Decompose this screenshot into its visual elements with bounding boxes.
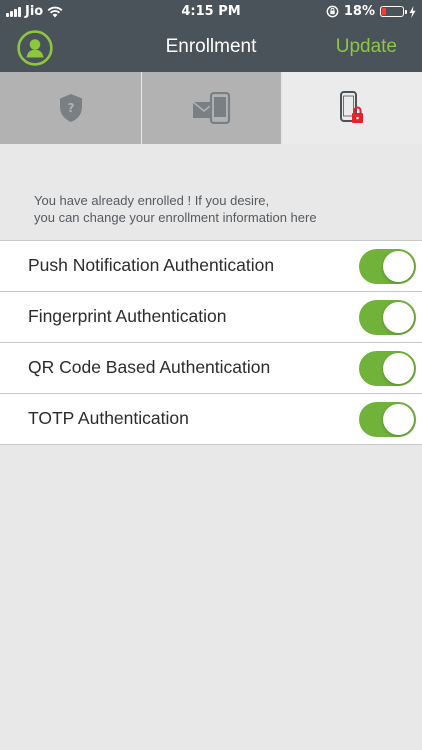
toggle-knob: [383, 302, 414, 333]
svg-text:?: ?: [67, 101, 74, 115]
setting-label: Fingerprint Authentication: [28, 306, 227, 326]
update-button[interactable]: Update: [336, 36, 397, 58]
status-right: 18%: [326, 4, 416, 19]
charging-icon: [409, 5, 416, 18]
setting-row-fingerprint: Fingerprint Authentication: [0, 292, 422, 343]
battery-percent: 18%: [343, 4, 375, 19]
info-line-2: you can change your enrollment informati…: [34, 210, 317, 225]
setting-row-totp: TOTP Authentication: [0, 394, 422, 445]
fingerprint-toggle[interactable]: [359, 300, 416, 335]
battery-icon: [380, 6, 407, 17]
shield-question-icon: ?: [59, 94, 82, 122]
setting-label: TOTP Authentication: [28, 408, 189, 428]
totp-toggle[interactable]: [359, 402, 416, 437]
tab-device-authentication[interactable]: [282, 72, 422, 144]
mail-phone-icon: [192, 92, 230, 124]
tab-security-questions[interactable]: ?: [0, 72, 141, 144]
phone-lock-icon: [340, 91, 363, 123]
push-notification-toggle[interactable]: [359, 249, 416, 284]
setting-label: QR Code Based Authentication: [28, 357, 271, 377]
rotation-lock-icon: [326, 5, 339, 18]
enrollment-info: You have already enrolled ! If you desir…: [34, 192, 394, 226]
toggle-knob: [383, 404, 414, 435]
setting-label: Push Notification Authentication: [28, 255, 275, 275]
tab-email-sms[interactable]: [142, 72, 281, 144]
setting-row-push-notification: Push Notification Authentication: [0, 241, 422, 292]
info-line-1: You have already enrolled ! If you desir…: [34, 193, 270, 208]
toggle-knob: [383, 353, 414, 384]
status-bar: Jio 4:15 PM 18%: [0, 0, 422, 24]
authentication-settings-list: Push Notification Authentication Fingerp…: [0, 240, 422, 445]
toggle-knob: [383, 251, 414, 282]
setting-row-qr-code: QR Code Based Authentication: [0, 343, 422, 394]
app-header: Jio 4:15 PM 18% Enrollment Update: [0, 0, 422, 72]
qr-code-toggle[interactable]: [359, 351, 416, 386]
